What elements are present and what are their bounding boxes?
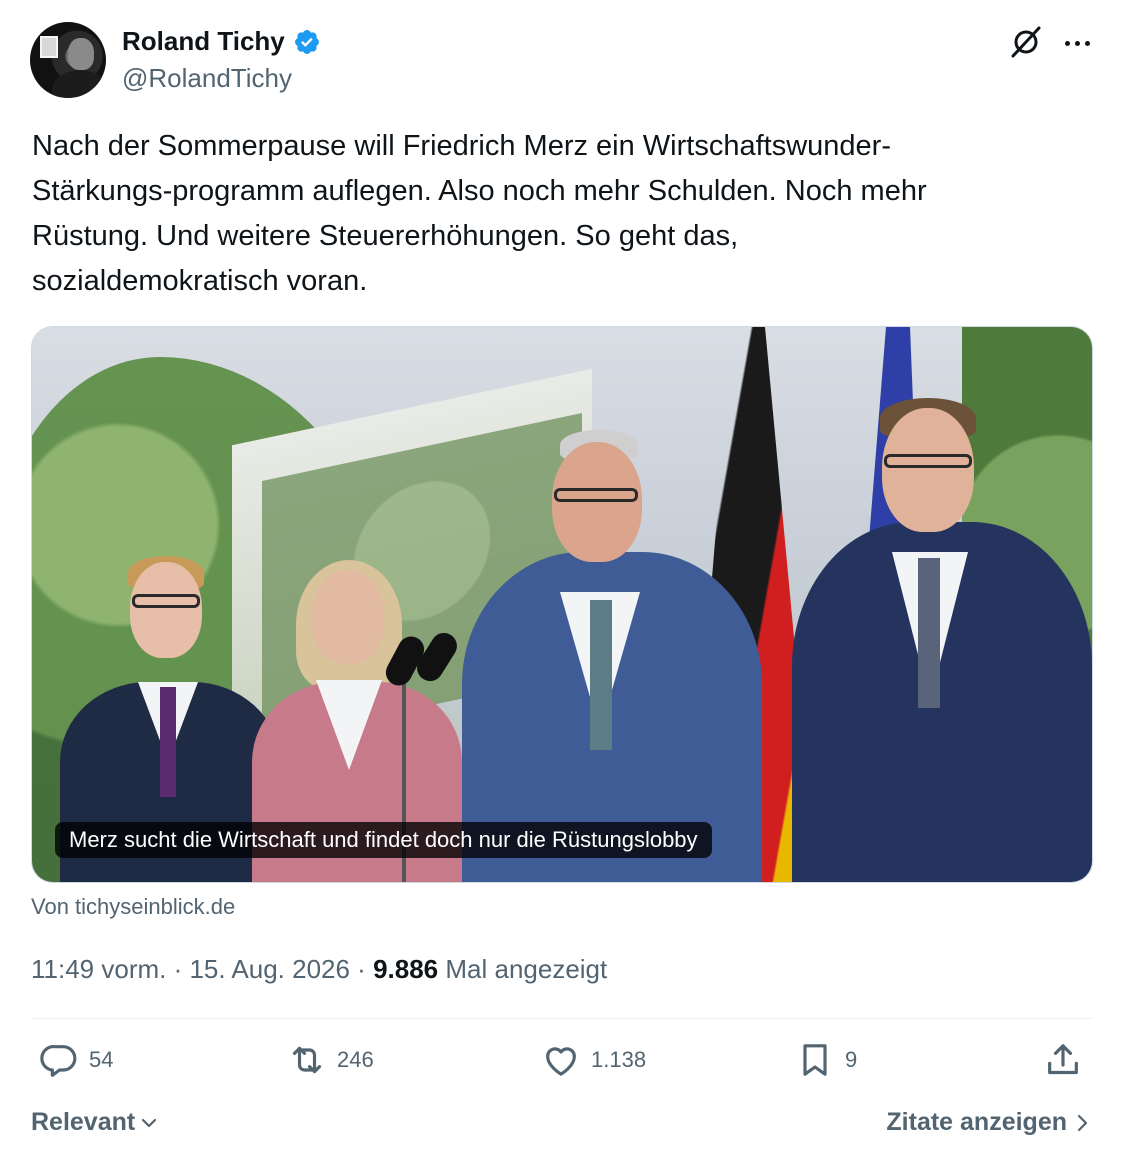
person-right: [792, 382, 1092, 882]
repost-icon: [292, 1046, 322, 1074]
views-label: Mal angezeigt: [438, 954, 608, 984]
share-icon: [1048, 1044, 1078, 1075]
divider: [31, 1018, 1093, 1019]
bookmark-count: 9: [845, 1047, 858, 1072]
chevron-down-icon: [142, 1118, 157, 1127]
reply-icon: [40, 1045, 77, 1077]
avatar-frame: [40, 36, 58, 58]
like-button[interactable]: 1.138: [541, 1040, 646, 1080]
views-count: 9.886: [373, 954, 439, 984]
view-quotes-link[interactable]: Zitate anzeigen: [886, 1108, 1091, 1137]
more-options-icon[interactable]: [1060, 28, 1094, 58]
sort-label: Relevant: [31, 1108, 136, 1136]
chevron-right-icon: [1077, 1114, 1088, 1131]
action-bar: 54 246 1.138 9: [31, 1040, 1093, 1088]
tweet-meta: 11:49 vorm. · 15. Aug. 2026 · 9.886 Mal …: [31, 954, 607, 985]
handle[interactable]: @RolandTichy: [122, 63, 292, 94]
like-count: 1.138: [591, 1047, 647, 1072]
name-row: Roland Tichy: [122, 26, 321, 57]
quotes-label: Zitate anzeigen: [886, 1108, 1067, 1136]
link-source[interactable]: Von tichyseinblick.de: [31, 894, 235, 920]
grok-icon[interactable]: [1008, 24, 1044, 60]
meta-separator: ·: [166, 954, 190, 984]
reply-button[interactable]: 54: [39, 1040, 113, 1080]
tweet-date[interactable]: 15. Aug. 2026: [189, 954, 349, 984]
media-card[interactable]: Merz sucht die Wirtschaft und findet doc…: [31, 326, 1093, 883]
bookmark-button[interactable]: 9: [795, 1040, 857, 1080]
avatar[interactable]: [30, 22, 106, 98]
meta-separator: ·: [349, 954, 374, 984]
repost-count: 246: [337, 1047, 374, 1072]
display-name[interactable]: Roland Tichy: [122, 26, 285, 57]
reply-count: 54: [89, 1047, 114, 1072]
bookmark-icon: [803, 1044, 827, 1076]
media-caption: Merz sucht die Wirtschaft und findet doc…: [55, 822, 712, 858]
tweet-text: Nach der Sommerpause will Friedrich Merz…: [32, 130, 927, 297]
avatar-face: [68, 38, 94, 70]
heart-icon: [546, 1047, 576, 1076]
share-button[interactable]: [1043, 1040, 1083, 1080]
verified-badge-icon: [294, 29, 319, 54]
avatar-shoulders: [52, 70, 106, 98]
tweet-time[interactable]: 11:49 vorm.: [31, 954, 166, 984]
sort-dropdown[interactable]: Relevant: [31, 1108, 159, 1137]
repost-button[interactable]: 246: [287, 1040, 374, 1080]
tweet-header: Roland Tichy @RolandTichy: [30, 22, 1095, 100]
person-speaker: [462, 422, 762, 882]
